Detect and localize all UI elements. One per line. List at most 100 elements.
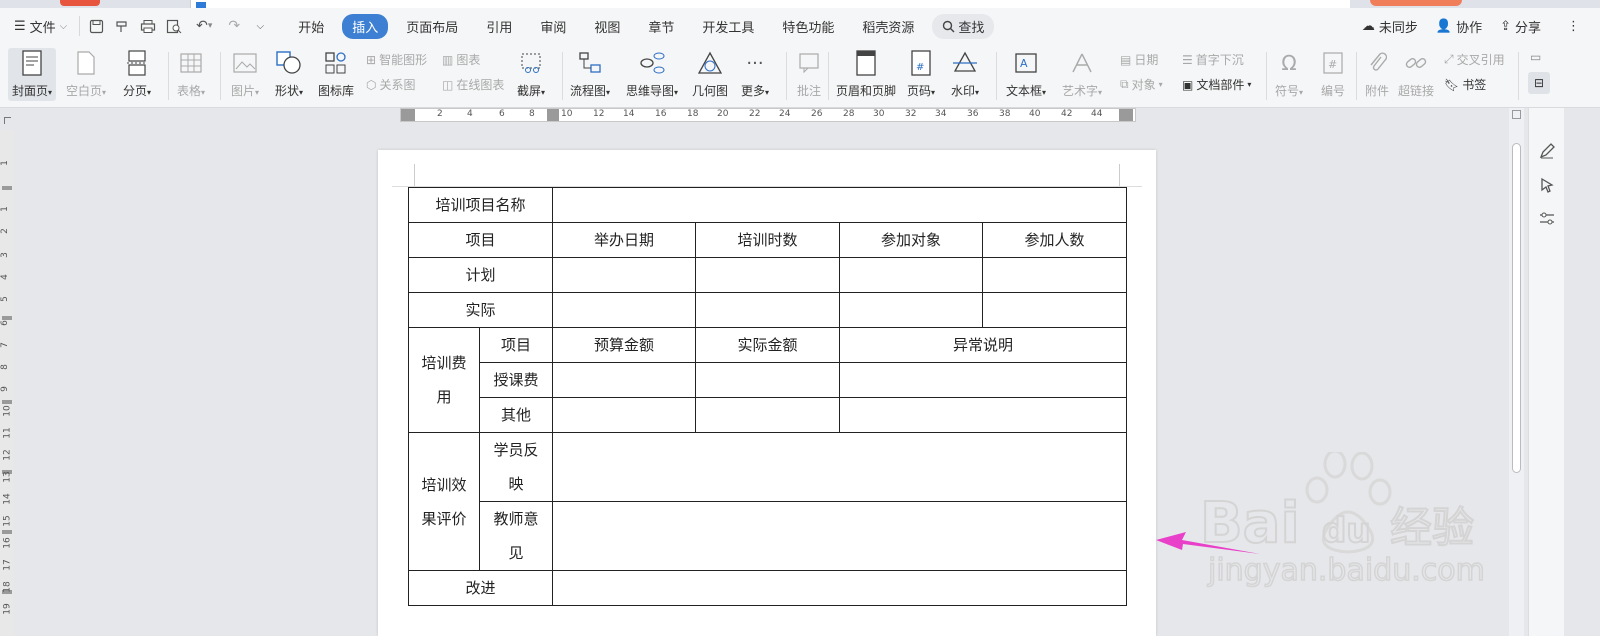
- picture-button[interactable]: 图片▾: [230, 48, 260, 99]
- geometry-button[interactable]: 几何图: [692, 48, 728, 99]
- scrollbar-thumb[interactable]: [1512, 143, 1521, 473]
- table-cell[interactable]: [552, 397, 696, 433]
- table-cell[interactable]: 项目: [479, 327, 553, 363]
- table-cell[interactable]: 培训效 果评价: [408, 432, 480, 571]
- page-number-button[interactable]: # 页码▾: [906, 48, 936, 99]
- screenshot-button[interactable]: 截屏▾: [516, 48, 546, 99]
- sliders-icon[interactable]: [1538, 210, 1556, 228]
- cross-reference-button[interactable]: ⤢ 交叉引用: [1444, 51, 1505, 68]
- shape-button[interactable]: 形状▾: [274, 48, 304, 99]
- chart-button[interactable]: ▥ 图表: [442, 51, 480, 68]
- icon-library-button[interactable]: 图标库: [318, 48, 354, 99]
- attachment-button[interactable]: 附件: [1362, 48, 1392, 99]
- redo-icon[interactable]: ↷: [224, 16, 244, 36]
- print-icon[interactable]: [138, 16, 158, 36]
- numbering-button[interactable]: # 编号: [1318, 48, 1348, 99]
- scroll-top-button[interactable]: [1512, 110, 1521, 119]
- training-form-table[interactable]: 培训项目名称 项目 举办日期 培训时数 参加对象 参加人数 计划 实际 培训费: [408, 187, 1127, 606]
- cursor-icon[interactable]: [1538, 176, 1556, 194]
- table-cell[interactable]: 举办日期: [552, 222, 696, 258]
- ribbon-extra-icon-top[interactable]: ▭: [1530, 50, 1541, 64]
- date-button[interactable]: ▤ 日期: [1120, 51, 1158, 68]
- collaborate-button[interactable]: 👤 协作: [1436, 17, 1482, 36]
- table-cell[interactable]: [839, 257, 983, 293]
- object-button[interactable]: ⧉ 对象 ▾: [1120, 76, 1163, 93]
- table-button[interactable]: 表格▾: [176, 48, 206, 99]
- table-cell[interactable]: 培训时数: [695, 222, 840, 258]
- undo-icon[interactable]: ↶ ▾: [190, 16, 218, 36]
- table-cell[interactable]: [695, 397, 840, 433]
- smartart-button[interactable]: ⊞ 智能图形: [366, 51, 427, 68]
- table-cell[interactable]: [552, 570, 1127, 606]
- search-button[interactable]: 查找: [932, 13, 995, 39]
- tab-home[interactable]: 开始: [288, 14, 334, 39]
- vertical-ruler[interactable]: 1 1 2 3 4 5 6 7 8 9 10 11 12 13 14 15 16…: [0, 130, 14, 636]
- table-cell[interactable]: 参加对象: [839, 222, 983, 258]
- tab-special-features[interactable]: 特色功能: [772, 14, 844, 39]
- tab-review[interactable]: 审阅: [530, 14, 576, 39]
- table-cell[interactable]: [552, 292, 696, 328]
- table-cell[interactable]: [695, 292, 840, 328]
- relation-chart-button[interactable]: ⬡ 关系图: [366, 76, 416, 93]
- table-cell[interactable]: [982, 257, 1127, 293]
- symbol-button[interactable]: Ω 符号▾: [1274, 48, 1304, 99]
- textbox-button[interactable]: A 文本框▾: [1006, 48, 1046, 99]
- blank-page-button[interactable]: 空白页▾: [66, 48, 106, 99]
- table-cell[interactable]: [839, 362, 1127, 398]
- table-cell[interactable]: 项目: [408, 222, 553, 258]
- watermark-button[interactable]: 水印▾: [950, 48, 980, 99]
- table-cell[interactable]: [982, 292, 1127, 328]
- tab-page-layout[interactable]: 页面布局: [396, 14, 468, 39]
- tab-view[interactable]: 视图: [584, 14, 630, 39]
- table-cell[interactable]: [839, 397, 1127, 433]
- sync-status-button[interactable]: ☁ 未同步: [1362, 17, 1418, 36]
- wordart-button[interactable]: 艺术字▾: [1062, 48, 1102, 99]
- online-chart-button[interactable]: ◫ 在线图表: [442, 76, 504, 93]
- table-cell[interactable]: 异常说明: [839, 327, 1127, 363]
- header-footer-button[interactable]: 页眉和页脚: [836, 48, 896, 99]
- table-cell[interactable]: [552, 187, 1127, 223]
- pen-icon[interactable]: [1538, 142, 1556, 160]
- document-page[interactable]: 培训项目名称 项目 举办日期 培训时数 参加对象 参加人数 计划 实际 培训费: [378, 150, 1156, 636]
- table-cell[interactable]: [695, 257, 840, 293]
- table-cell[interactable]: [695, 362, 840, 398]
- table-cell[interactable]: [552, 362, 696, 398]
- table-cell[interactable]: 其他: [479, 397, 553, 433]
- table-cell[interactable]: [552, 501, 1127, 571]
- horizontal-ruler[interactable]: 2 4 6 8 10 12 14 16 18 20 22 24 26 28 30…: [400, 108, 1136, 122]
- customize-toolbar-icon[interactable]: ⌵: [250, 16, 270, 36]
- table-cell[interactable]: [552, 257, 696, 293]
- tab-developer[interactable]: 开发工具: [692, 14, 764, 39]
- vertical-scrollbar[interactable]: [1509, 108, 1524, 636]
- table-cell[interactable]: 培训费 用: [408, 327, 480, 433]
- table-cell[interactable]: 参加人数: [982, 222, 1127, 258]
- hyperlink-button[interactable]: 超链接: [1398, 48, 1434, 99]
- account-tab-indicator[interactable]: [1370, 0, 1462, 6]
- format-painter-icon[interactable]: [112, 16, 132, 36]
- app-tab-indicator[interactable]: [60, 0, 100, 6]
- document-parts-button[interactable]: ▣ 文档部件 ▾: [1182, 76, 1251, 93]
- mindmap-button[interactable]: 思维导图▾: [626, 48, 678, 99]
- table-cell[interactable]: 实际: [408, 292, 553, 328]
- table-cell[interactable]: 授课费: [479, 362, 553, 398]
- more-options-icon[interactable]: ⋮: [1567, 19, 1580, 34]
- ribbon-layout-toggle[interactable]: ⊟: [1528, 72, 1550, 94]
- drop-cap-button[interactable]: ☰ 首字下沉: [1182, 51, 1244, 68]
- table-cell[interactable]: 教师意 见: [479, 501, 553, 571]
- flowchart-button[interactable]: 流程图▾: [570, 48, 610, 99]
- share-button[interactable]: ⇪ 分享: [1500, 17, 1541, 36]
- table-cell[interactable]: 计划: [408, 257, 553, 293]
- print-preview-icon[interactable]: [164, 16, 184, 36]
- bookmark-button[interactable]: 🔖︎ 书签: [1444, 76, 1486, 93]
- active-document-tab[interactable]: [190, 0, 1350, 8]
- table-cell[interactable]: 实际金额: [695, 327, 840, 363]
- tab-insert[interactable]: 插入: [342, 13, 389, 39]
- page-break-button[interactable]: 分页▾: [122, 48, 152, 99]
- table-cell[interactable]: [552, 432, 1127, 502]
- tab-references[interactable]: 引用: [476, 14, 522, 39]
- comment-button[interactable]: 批注: [794, 48, 824, 99]
- more-button[interactable]: ··· 更多▾: [740, 48, 770, 99]
- tab-section[interactable]: 章节: [638, 14, 684, 39]
- save-icon[interactable]: [86, 16, 106, 36]
- cover-page-button[interactable]: 封面页▾: [8, 48, 57, 101]
